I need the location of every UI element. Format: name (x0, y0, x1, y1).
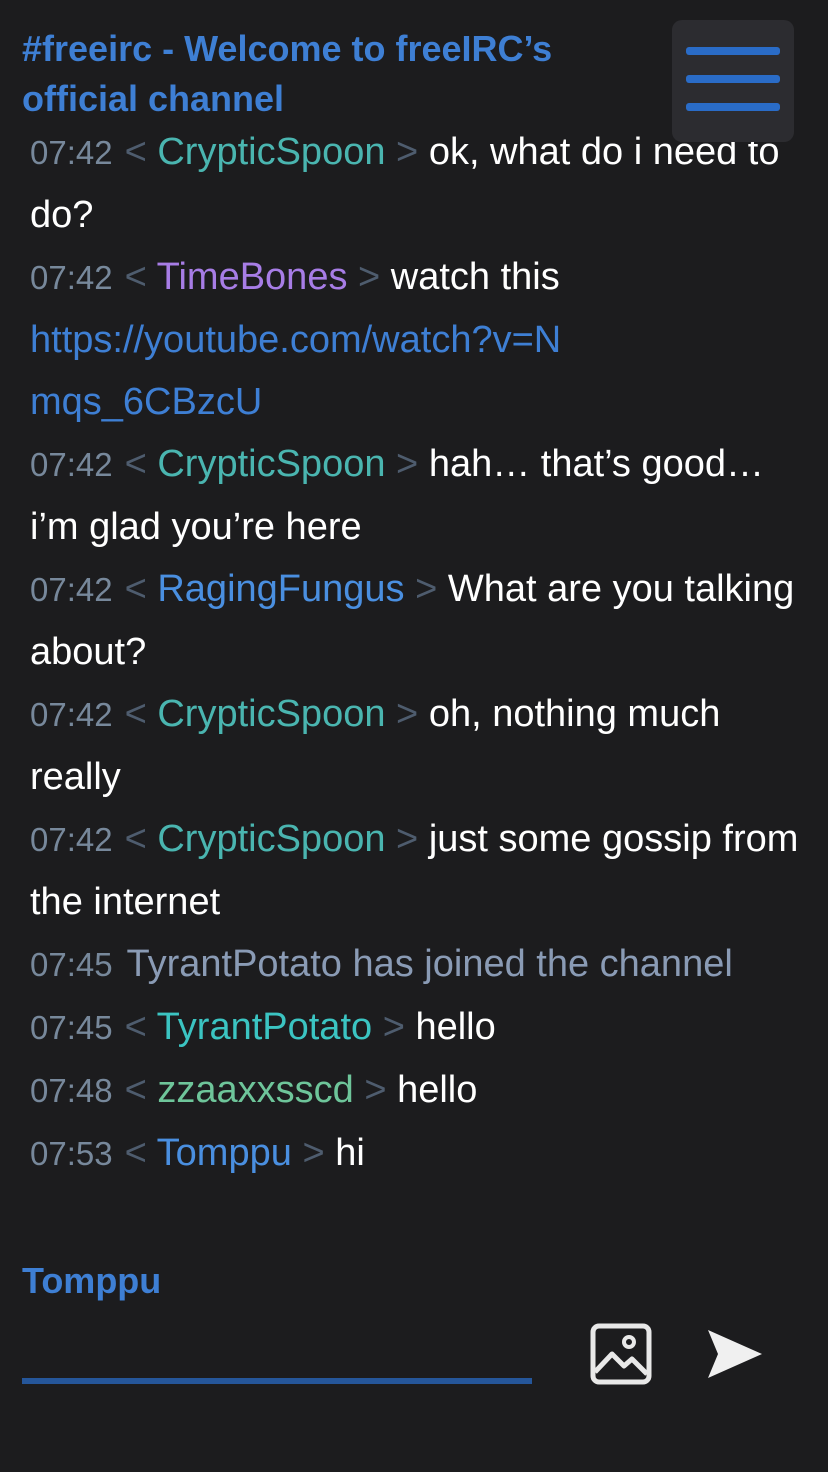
message-row: 07:42 < CrypticSpoon > oh, nothing much r… (30, 693, 721, 798)
message-row: 07:42 < CrypticSpoon > hah… that’s good… … (30, 443, 765, 548)
message-time: 07:42 (30, 696, 113, 733)
own-nickname: Tomppu (22, 1260, 162, 1301)
message-row: 07:45 < TyrantPotato > hello (30, 1006, 496, 1048)
chat-app: #freeirc - Welcome to freeIRC’s official… (0, 0, 828, 1472)
message-row: 07:42 < CrypticSpoon > just some gossip f… (30, 818, 799, 923)
image-icon (590, 1323, 652, 1385)
message-row: 07:48 < zzaaxxsscd > hello (30, 1069, 478, 1111)
message-time: 07:45 (30, 946, 113, 983)
message-time: 07:42 (30, 134, 113, 171)
upload-image-button[interactable] (588, 1322, 654, 1386)
message-nick[interactable]: CrypticSpoon (157, 131, 385, 173)
message-time: 07:42 (30, 571, 113, 608)
message-nick[interactable]: Tomppu (157, 1132, 292, 1174)
message-time: 07:53 (30, 1135, 113, 1172)
message-text: hello (415, 1006, 496, 1048)
message-nick[interactable]: CrypticSpoon (157, 443, 385, 485)
message-time: 07:48 (30, 1072, 113, 1109)
message-time: 07:42 (30, 821, 113, 858)
message-row: 07:42 < RagingFungus > What are you talki… (30, 568, 795, 673)
message-time: 07:45 (30, 1009, 113, 1046)
channel-title: #freeirc - Welcome to freeIRC’s official… (22, 28, 553, 119)
message-nick[interactable]: CrypticSpoon (157, 693, 385, 735)
send-icon (708, 1330, 762, 1378)
message-list: 07:42 < CrypticSpoon > ok, what do i need… (30, 121, 820, 1185)
menu-button[interactable] (672, 20, 794, 142)
send-button[interactable] (702, 1326, 766, 1382)
message-nick[interactable]: zzaaxxsscd (157, 1069, 353, 1111)
message-nick[interactable]: TyrantPotato (157, 1006, 372, 1048)
message-text: hello (397, 1069, 478, 1111)
message-time: 07:42 (30, 446, 113, 483)
message-nick[interactable]: RagingFungus (157, 568, 404, 610)
message-row: 07:53 < Tomppu > hi (30, 1132, 365, 1174)
message-text: hi (335, 1132, 365, 1174)
system-message-row: 07:45 TyrantPotato has joined the channe… (30, 933, 820, 996)
message-row: 07:42 < TimeBones > watch this https://yo… (30, 246, 820, 433)
message-nick[interactable]: CrypticSpoon (157, 818, 385, 860)
system-message-text: TyrantPotato has joined the channel (126, 943, 733, 985)
message-link[interactable]: https://youtube.com/watch?v=Nmqs_6CBzcU (30, 309, 590, 433)
message-nick[interactable]: TimeBones (157, 256, 348, 298)
message-text: watch this (390, 256, 560, 298)
message-time: 07:42 (30, 259, 113, 296)
message-input[interactable] (22, 1322, 532, 1384)
